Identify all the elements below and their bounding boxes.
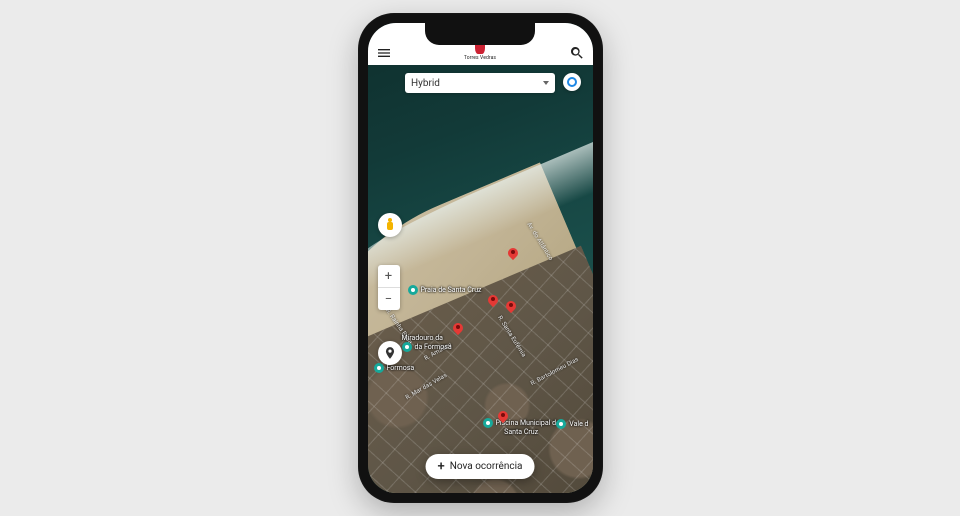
poi-formosa[interactable]: Formosa [374,363,415,373]
fab-label: Nova ocorrência [450,461,523,472]
poi-pin-icon [374,363,384,373]
chevron-down-icon [543,81,549,85]
poi-label: Santa Cruz [504,428,538,436]
pegman-button[interactable] [378,213,402,237]
phone-screen: Torres Vedras Hybrid + − [368,23,593,493]
poi-label: Miradouro da [402,334,443,342]
map-type-dropdown[interactable]: Hybrid [405,73,555,93]
plus-icon: + [438,460,445,473]
crosshair-icon [567,77,577,87]
new-occurrence-button[interactable]: + Nova ocorrência [426,454,535,479]
occurrence-marker[interactable] [506,301,516,315]
poi-pin-icon [408,285,418,295]
poi-label: Vale d [569,420,588,428]
poi-vale[interactable]: Vale d [556,419,588,429]
poi-piscina[interactable]: Piscina Municipal de Santa Cruz [483,418,560,436]
poi-label: da Formosa [415,343,452,351]
pegman-icon [385,218,395,232]
zoom-in-button[interactable]: + [378,265,400,287]
poi-beach[interactable]: Praia de Santa Cruz [408,285,482,295]
poi-pin-icon [402,342,412,352]
menu-icon[interactable] [376,45,392,61]
phone-frame: Torres Vedras Hybrid + − [358,13,603,503]
occurrence-marker[interactable] [508,248,518,262]
map-type-value: Hybrid [411,78,440,89]
search-icon[interactable] [569,45,585,61]
my-location-button[interactable] [378,341,402,365]
occurrence-marker[interactable] [488,295,498,309]
phone-notch [425,23,535,45]
poi-label: Formosa [387,364,415,372]
occurrence-marker[interactable] [453,323,463,337]
zoom-out-button[interactable]: − [378,288,400,310]
locate-mini-button[interactable] [563,73,581,91]
occurrence-marker[interactable] [498,411,508,425]
poi-pin-icon [483,418,493,428]
location-pin-icon [383,346,397,360]
app-title: Torres Vedras [464,55,496,61]
poi-pin-icon [556,419,566,429]
zoom-control: + − [378,265,400,310]
poi-label: Praia de Santa Cruz [421,286,482,294]
poi-miradouro[interactable]: Miradouro da da Formosa [402,334,452,352]
